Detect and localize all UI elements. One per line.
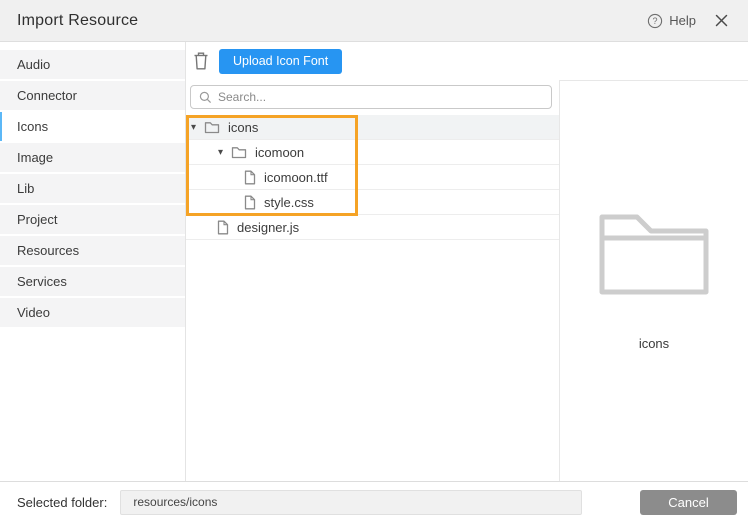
tree-item-label: icomoon xyxy=(254,145,304,160)
search-box xyxy=(190,85,552,109)
selected-folder-label: Selected folder: xyxy=(17,495,107,510)
tree-row-style.css[interactable]: style.css xyxy=(186,190,559,215)
sidebar-item-audio[interactable]: Audio xyxy=(0,50,185,79)
sidebar-item-image[interactable]: Image xyxy=(0,143,185,172)
sidebar-item-label: Resources xyxy=(17,243,79,258)
search-icon xyxy=(199,91,212,104)
search-input[interactable] xyxy=(218,90,543,104)
tree-row-icomoon.ttf[interactable]: icomoon.ttf xyxy=(186,165,559,190)
help-label: Help xyxy=(669,13,696,28)
close-icon xyxy=(715,14,728,27)
tree-row-icomoon[interactable]: ▾ icomoon xyxy=(186,140,559,165)
main-column: Upload Icon Font ▾ icons ▾ icomoon icomoon.t… xyxy=(186,42,748,481)
file-icon xyxy=(244,170,256,185)
sidebar-item-project[interactable]: Project xyxy=(0,205,185,234)
sidebar-item-label: Lib xyxy=(17,181,34,196)
cancel-button[interactable]: Cancel xyxy=(640,490,737,515)
trash-icon xyxy=(193,51,209,71)
delete-button[interactable] xyxy=(192,51,210,71)
sidebar-item-label: Video xyxy=(17,305,50,320)
help-button[interactable]: ? Help xyxy=(647,13,696,29)
preview-panel: icons xyxy=(559,80,748,481)
sidebar-item-services[interactable]: Services xyxy=(0,267,185,296)
sidebar-item-label: Icons xyxy=(17,119,48,134)
file-icon xyxy=(244,195,256,210)
close-button[interactable] xyxy=(715,14,728,27)
caret-down-icon[interactable]: ▾ xyxy=(217,147,231,158)
tree-panel: ▾ icons ▾ icomoon icomoon.ttf style.css design… xyxy=(186,80,559,481)
icons-toolbar: Upload Icon Font xyxy=(186,42,748,80)
dialog-body: Audio Connector Icons Image Lib Project Resour… xyxy=(0,42,748,481)
tree-item-label: style.css xyxy=(263,195,314,210)
sidebar-item-connector[interactable]: Connector xyxy=(0,81,185,110)
content-area: ▾ icons ▾ icomoon icomoon.ttf style.css design… xyxy=(186,80,748,481)
tree-row-icons[interactable]: ▾ icons xyxy=(186,115,559,140)
dialog-footer: Selected folder: Cancel xyxy=(0,481,748,522)
tree-row-designer.js[interactable]: designer.js xyxy=(186,215,559,240)
tree-item-label: icons xyxy=(227,120,258,135)
file-icon xyxy=(217,220,229,235)
svg-text:?: ? xyxy=(653,16,658,26)
help-icon: ? xyxy=(647,13,663,29)
sidebar-item-label: Connector xyxy=(17,88,77,103)
file-tree: ▾ icons ▾ icomoon icomoon.ttf style.css design… xyxy=(186,115,559,481)
preview-item-label: icons xyxy=(639,336,669,351)
sidebar-item-lib[interactable]: Lib xyxy=(0,174,185,203)
folder-icon xyxy=(204,121,220,134)
upload-icon-font-button[interactable]: Upload Icon Font xyxy=(219,49,342,74)
sidebar-item-video[interactable]: Video xyxy=(0,298,185,327)
sidebar-item-resources[interactable]: Resources xyxy=(0,236,185,265)
sidebar-item-icons[interactable]: Icons xyxy=(0,112,185,141)
sidebar-item-label: Audio xyxy=(17,57,50,72)
selected-folder-input[interactable] xyxy=(120,490,582,515)
tree-item-label: icomoon.ttf xyxy=(263,170,328,185)
dialog-header: Import Resource ? Help xyxy=(0,0,748,42)
folder-icon xyxy=(231,146,247,159)
sidebar-item-label: Services xyxy=(17,274,67,289)
sidebar-item-label: Image xyxy=(17,150,53,165)
sidebar-list: Audio Connector Icons Image Lib Project Resour… xyxy=(0,42,186,481)
tree-item-label: designer.js xyxy=(236,220,299,235)
sidebar-item-label: Project xyxy=(17,212,57,227)
caret-down-icon[interactable]: ▾ xyxy=(190,122,204,133)
page-title: Import Resource xyxy=(17,12,138,30)
import-resource-dialog: Import Resource ? Help Audio Connector Ico… xyxy=(0,0,748,522)
folder-preview-icon xyxy=(599,213,709,300)
